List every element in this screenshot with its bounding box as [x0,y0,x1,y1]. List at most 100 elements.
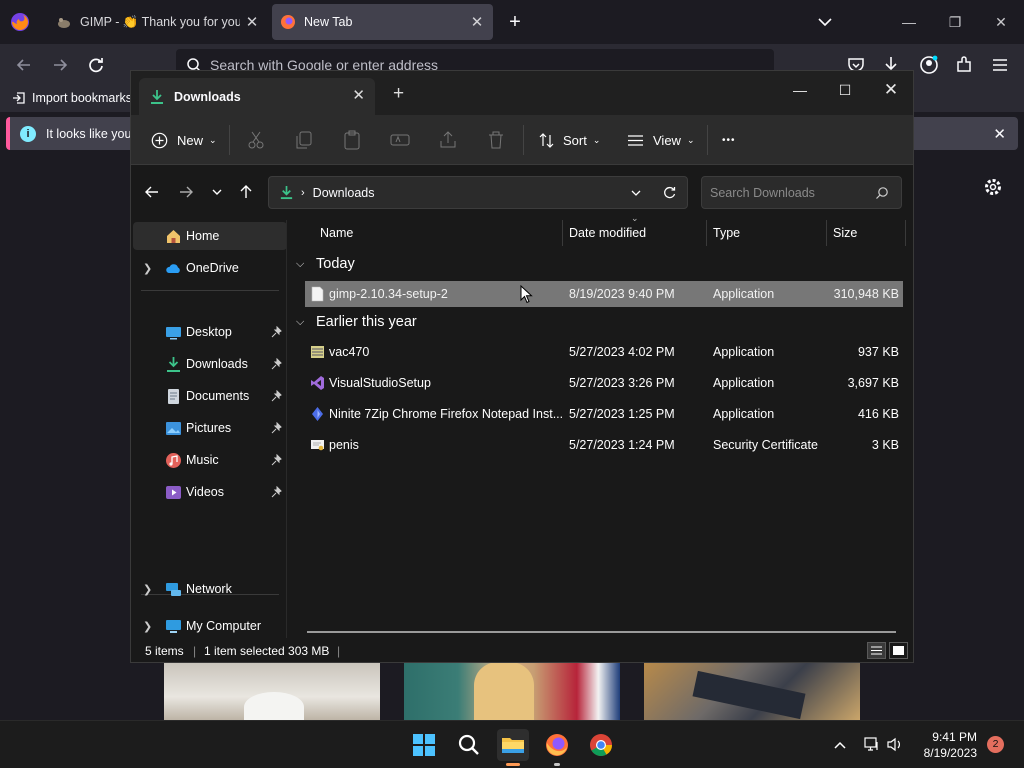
chevron-right-icon[interactable]: ❯ [143,620,153,633]
details-view-toggle[interactable] [867,642,886,659]
table-row[interactable]: Ninite 7Zip Chrome Firefox Notepad Inst.… [305,401,903,427]
rename-icon[interactable] [389,129,411,151]
chrome-icon[interactable] [585,729,617,761]
group-header-today[interactable]: ⌵ Today [296,256,355,272]
column-divider[interactable] [562,220,563,246]
close-icon[interactable]: ✕ [989,10,1013,34]
pin-icon[interactable] [271,390,283,402]
search-icon[interactable] [453,729,485,761]
refresh-icon[interactable] [662,185,677,200]
table-row[interactable]: VisualStudioSetup 5/27/2023 3:26 PM Appl… [305,370,903,396]
back-arrow-icon[interactable] [13,54,35,76]
extensions-icon[interactable] [953,54,975,76]
sidebar-item-home[interactable]: Home [133,222,287,250]
column-header-date[interactable]: Date modified [569,226,646,240]
browser-tab-gimp[interactable]: GIMP - 👏 Thank you for your d ✕ [46,4,268,40]
table-row[interactable]: penis 5/27/2023 1:24 PM Security Certifi… [305,432,903,458]
pin-icon[interactable] [271,326,283,338]
address-bar[interactable]: › Downloads [268,176,688,209]
pane-divider[interactable] [286,220,287,638]
sidebar-item-onedrive[interactable]: ❯ OneDrive [133,254,287,282]
back-arrow-icon[interactable] [143,183,161,201]
restore-icon[interactable]: ❐ [943,10,967,34]
recent-locations-chevron-icon[interactable] [208,183,226,201]
pin-icon[interactable] [271,358,283,370]
maximize-icon[interactable]: ☐ [830,77,860,103]
sidebar-item-pictures[interactable]: Pictures [133,414,287,442]
hamburger-menu-icon[interactable] [989,54,1011,76]
notification-badge[interactable]: 2 [987,736,1004,753]
delete-icon[interactable] [485,129,507,151]
sidebar-item-my-computer[interactable]: ❯ My Computer [133,612,287,640]
column-header-size[interactable]: Size [833,226,857,240]
cut-icon[interactable] [245,129,267,151]
clock[interactable]: 9:41 PM 8/19/2023 [924,729,977,761]
firefox-icon[interactable] [541,729,573,761]
group-header-earlier-this-year[interactable]: ⌵ Earlier this year [296,314,417,330]
file-date: 5/27/2023 1:25 PM [569,407,675,421]
new-tab-button[interactable]: + [503,10,527,34]
application-file-icon [311,286,324,302]
sidebar-item-documents[interactable]: Documents [133,382,287,410]
chevron-right-icon[interactable]: ❯ [143,262,153,275]
file-explorer-icon[interactable] [497,729,529,761]
forward-arrow-icon[interactable] [49,54,71,76]
column-divider[interactable] [826,220,827,246]
firefox-icon[interactable] [9,11,31,33]
forward-arrow-icon[interactable] [177,183,195,201]
network-tray-icon[interactable] [863,736,881,753]
column-divider[interactable] [706,220,707,246]
sidebar-item-music[interactable]: Music [133,446,287,474]
breadcrumb-downloads[interactable]: Downloads [313,186,375,200]
browser-tab-new-tab[interactable]: New Tab ✕ [272,4,493,40]
close-icon[interactable]: ✕ [876,77,906,103]
table-row[interactable]: gimp-2.10.34-setup-2 8/19/2023 9:40 PM A… [305,281,903,307]
table-row[interactable]: vac470 5/27/2023 4:02 PM Application 937… [305,339,903,365]
chevron-right-icon[interactable]: ❯ [143,583,153,596]
search-input[interactable] [710,185,870,200]
close-icon[interactable]: ✕ [240,13,264,31]
sidebar-item-videos[interactable]: Videos [133,478,287,506]
more-options-button[interactable]: ••• [722,127,736,153]
sidebar-item-network[interactable]: ❯ Network [133,575,287,603]
account-icon[interactable] [918,54,940,76]
share-icon[interactable] [437,129,459,151]
minimize-icon[interactable]: — [897,10,921,34]
sidebar-item-desktop[interactable]: Desktop [133,318,287,346]
view-button[interactable]: View ⌄ [627,127,695,153]
thumbnail-sign[interactable] [644,662,860,720]
column-divider[interactable] [905,220,906,246]
column-header-type[interactable]: Type [713,226,740,240]
paste-icon[interactable] [341,129,363,151]
copy-icon[interactable] [293,129,315,151]
horizontal-scrollbar[interactable] [307,631,896,633]
thumbnail-kitchen[interactable] [164,662,380,720]
explorer-tab-downloads[interactable]: Downloads ✕ [139,78,375,115]
new-tab-button[interactable]: + [393,83,404,105]
tiles-view-toggle[interactable] [889,642,908,659]
new-button[interactable]: New ⌄ [151,127,217,153]
windows-start-icon[interactable] [408,729,440,761]
chevron-down-icon[interactable] [815,12,835,32]
volume-icon[interactable] [886,736,904,753]
close-icon[interactable]: ✕ [352,86,365,104]
close-icon[interactable]: ✕ [993,125,1006,143]
sort-button[interactable]: Sort ⌄ [538,127,600,153]
column-header-name[interactable]: Name [320,226,353,240]
up-arrow-icon[interactable] [237,183,255,201]
thumbnail-portrait[interactable] [404,662,620,720]
reload-icon[interactable] [85,54,107,76]
pin-icon[interactable] [271,486,283,498]
sidebar-item-label: Pictures [186,421,232,435]
chevron-up-icon[interactable] [832,738,848,752]
toolbar-divider [707,125,708,155]
minimize-icon[interactable]: — [785,77,815,103]
import-bookmarks-button[interactable]: Import bookmarks... [12,91,142,105]
search-box[interactable] [701,176,902,209]
gear-icon[interactable] [982,176,1004,198]
pin-icon[interactable] [271,422,283,434]
chevron-down-icon[interactable] [629,186,643,200]
pin-icon[interactable] [271,454,283,466]
close-icon[interactable]: ✕ [465,13,489,31]
sidebar-item-downloads[interactable]: Downloads [133,350,287,378]
